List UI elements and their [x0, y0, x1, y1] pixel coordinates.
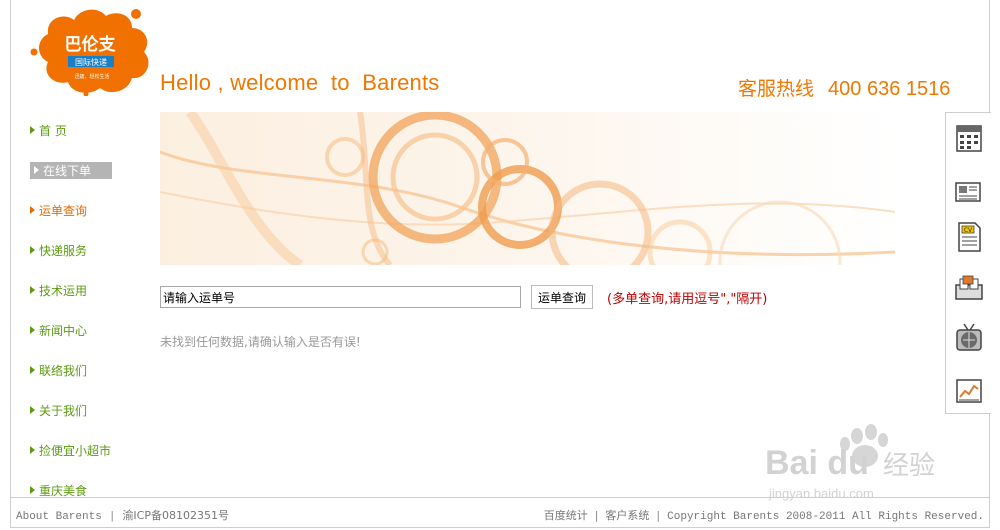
baidu-stats-link[interactable]: 百度统计 — [544, 509, 588, 522]
arrow-right-icon — [30, 366, 35, 374]
icp-number[interactable]: 渝ICP备08102351号 — [122, 509, 229, 522]
arrow-right-icon — [30, 126, 35, 134]
globe-tv-icon[interactable] — [954, 321, 984, 353]
logo-tagline-text: 迅捷、轻松生活 — [74, 73, 109, 80]
footer-separator: | — [108, 511, 116, 523]
nav-item-contact[interactable]: 联络我们 — [30, 350, 140, 390]
nav-item-label: 新闻中心 — [39, 323, 88, 338]
right-icon-sidebar: CV — [945, 112, 991, 414]
footer-right: 百度统计 | 客户系统 | Copyright Barents 2008-2011 Al… — [544, 507, 984, 523]
customer-system-link[interactable]: 客户系统 — [605, 509, 649, 522]
hotline-label: 客服热线 — [738, 78, 815, 100]
nav-item-online-order[interactable]: 在线下单 — [30, 150, 140, 190]
logo-sub-text: 国际快递 — [75, 57, 107, 67]
nav-item-chongqing-food[interactable]: 重庆美食 — [30, 470, 140, 510]
nav-item-label: 技术运用 — [39, 283, 88, 298]
nav-item-label: 捡便宜小超市 — [39, 443, 112, 458]
tracking-number-input[interactable] — [160, 286, 521, 308]
welcome-heading: Hello , welcome to Barents — [160, 70, 440, 95]
arrow-right-icon — [30, 206, 35, 214]
hotline: 客服热线 400 636 1516 — [738, 74, 950, 101]
nav-item-news[interactable]: 新闻中心 — [30, 310, 140, 350]
logo-brand-text: 巴伦支 — [65, 34, 117, 55]
watermark-brand: Bai du — [765, 444, 869, 482]
arrow-right-icon — [30, 486, 35, 494]
copyright-text: Copyright Barents 2008-2011 All Rights R… — [667, 511, 984, 523]
left-nav: 首 页 在线下单 运单查询 快递服务 技术运用 新闻中心 联络我们 关于我们 捡… — [30, 110, 140, 510]
tracking-search-button[interactable]: 运单查询 — [531, 285, 594, 309]
chart-icon[interactable] — [954, 375, 984, 407]
nav-item-supermarket[interactable]: 捡便宜小超市 — [30, 430, 140, 470]
arrow-right-icon — [30, 446, 35, 454]
about-link[interactable]: About Barents — [16, 511, 102, 523]
nav-item-express-service[interactable]: 快递服务 — [30, 230, 140, 270]
cv-document-icon[interactable]: CV — [954, 221, 984, 253]
nav-item-label: 联络我们 — [39, 363, 88, 378]
watermark-url: jingyan.baidu.com — [768, 486, 874, 501]
newspaper-icon[interactable] — [954, 175, 984, 207]
calendar-icon[interactable] — [954, 121, 984, 153]
no-result-message: 未找到任何数据,请确认输入是否有误! — [160, 335, 361, 349]
footer-separator: | — [594, 509, 599, 522]
nav-item-label: 首 页 — [39, 123, 67, 138]
arrow-right-icon — [30, 326, 35, 334]
arrow-right-icon — [34, 166, 39, 174]
watermark-cn: 经验 — [883, 451, 935, 481]
nav-item-label: 重庆美食 — [39, 483, 88, 498]
footer-separator: | — [656, 509, 661, 522]
arrow-right-icon — [30, 246, 35, 254]
nav-item-label: 在线下单 — [43, 163, 92, 178]
svg-text:CV: CV — [964, 227, 973, 234]
barents-logo[interactable]: 巴伦支 国际快递 迅捷、轻松生活 — [28, 4, 154, 96]
files-icon[interactable] — [954, 273, 984, 305]
nav-item-home[interactable]: 首 页 — [30, 110, 140, 150]
arrow-right-icon — [30, 406, 35, 414]
multi-query-hint: (多单查询,请用逗号","隔开) — [607, 291, 768, 307]
tracking-search-row: 运单查询 (多单查询,请用逗号","隔开) — [160, 285, 767, 309]
decorative-banner — [160, 112, 895, 265]
nav-item-label: 快递服务 — [39, 243, 88, 258]
nav-item-label: 关于我们 — [39, 403, 88, 418]
arrow-right-icon — [30, 286, 35, 294]
baidu-jingyan-watermark: Bai du 经验 jingyan.baidu.com — [765, 424, 935, 501]
nav-item-technology[interactable]: 技术运用 — [30, 270, 140, 310]
hotline-number: 400 636 1516 — [828, 78, 951, 100]
nav-item-about[interactable]: 关于我们 — [30, 390, 140, 430]
nav-item-tracking[interactable]: 运单查询 — [30, 190, 140, 230]
nav-item-label: 运单查询 — [39, 203, 88, 218]
footer-left: About Barents | 渝ICP备08102351号 — [16, 507, 229, 523]
